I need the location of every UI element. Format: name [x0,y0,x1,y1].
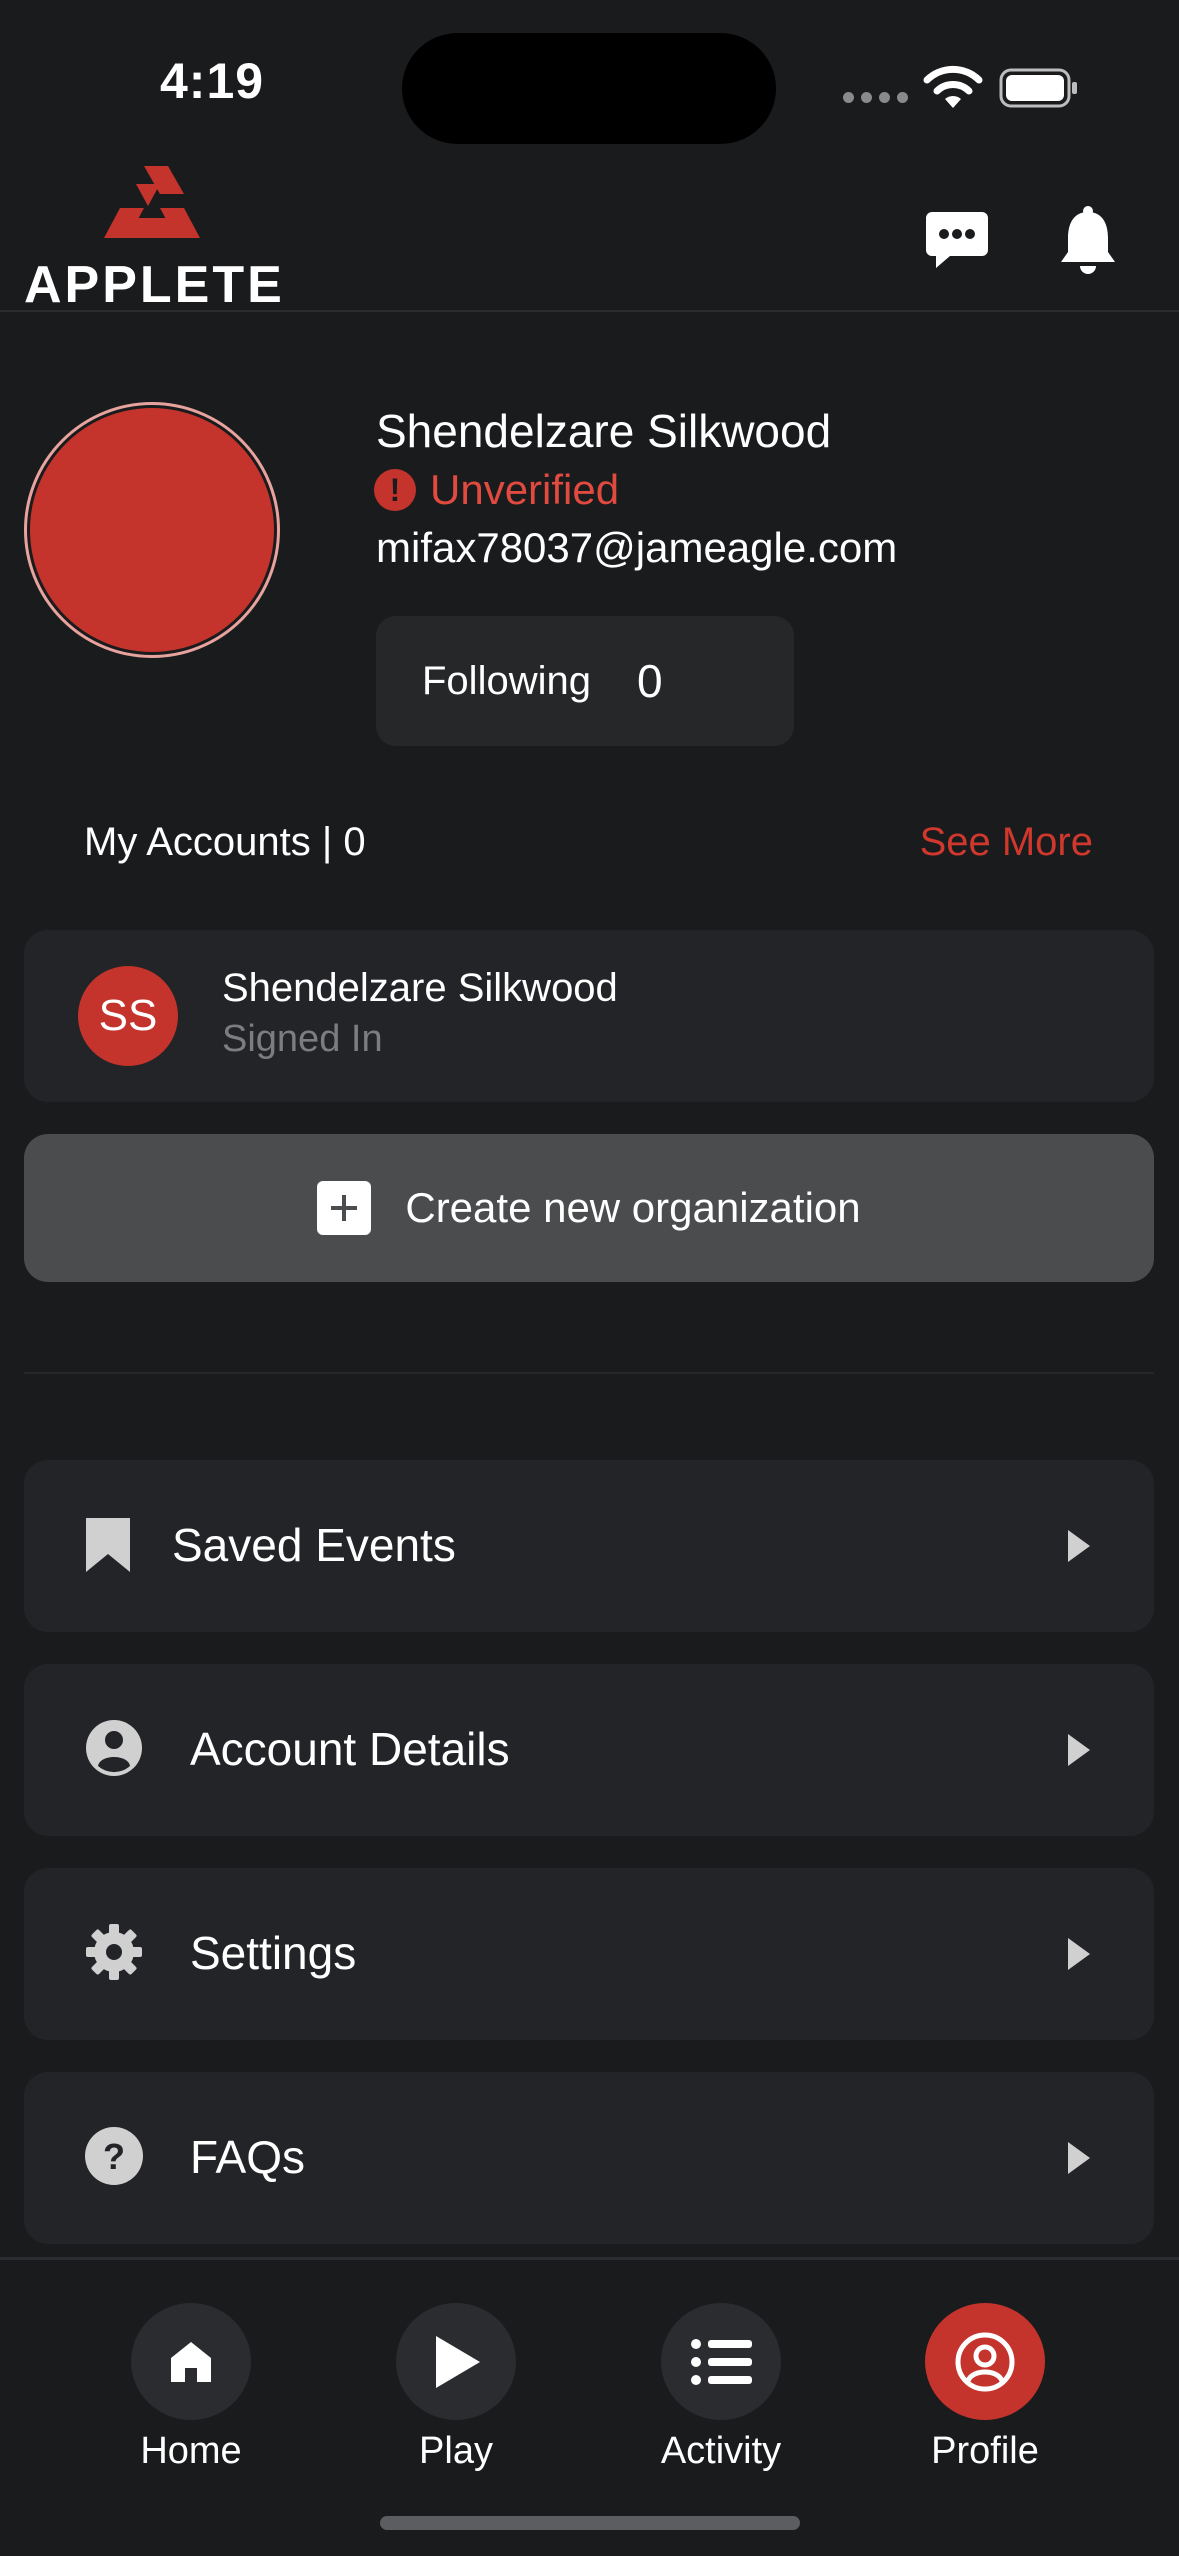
following-label: Following [422,658,591,703]
my-accounts-title: My Accounts | 0 [84,820,366,864]
applete-logo[interactable]: APPLETE [24,166,324,306]
nav-label-home: Home [140,2430,242,2472]
nav-item-profile[interactable]: Profile [885,2303,1085,2473]
nav-label-profile: Profile [931,2430,1039,2472]
chat-bubble-icon[interactable] [924,210,990,272]
user-name: Shendelzare Silkwood [376,405,832,457]
following-button[interactable]: Following 0 [376,616,794,746]
account-name: Shendelzare Silkwood [222,966,618,1010]
home-icon [131,2303,251,2420]
status-time: 4:19 [160,53,265,109]
verification-status[interactable]: ! Unverified [374,466,619,514]
following-count: 0 [636,655,663,707]
chevron-right-icon [1068,1938,1090,1970]
battery-icon [999,68,1077,108]
create-organization-button[interactable]: Create new organization [24,1134,1154,1282]
chevron-right-icon [1068,1530,1090,1562]
play-icon [396,2303,516,2420]
home-indicator[interactable] [380,2516,800,2530]
nav-item-activity[interactable]: Activity [621,2303,821,2473]
account-avatar: SS [78,966,178,1066]
profile-icon [925,2303,1045,2420]
question-icon: ? [85,2127,143,2185]
gear-icon [86,1924,142,1980]
cellular-signal-icon [843,92,908,103]
chevron-right-icon [1068,1734,1090,1766]
section-divider [24,1372,1154,1374]
create-organization-label: Create new organization [405,1184,861,1231]
logo-text: APPLETE [24,256,285,306]
menu-label-faqs: FAQs [190,2131,306,2183]
chevron-right-icon [1068,2142,1090,2174]
user-circle-icon [86,1720,142,1776]
menu-label-account-details: Account Details [190,1723,510,1775]
nav-label-activity: Activity [660,2430,782,2472]
bell-icon[interactable] [1058,206,1118,276]
bookmark-icon [86,1518,130,1572]
svg-text:?: ? [103,2136,125,2177]
header-divider [0,310,1179,312]
nav-divider [0,2257,1179,2260]
nav-item-play[interactable]: Play [356,2303,556,2473]
menu-label-settings: Settings [190,1927,357,1979]
menu-label-saved-events: Saved Events [172,1519,456,1571]
verification-label: Unverified [430,466,620,513]
plus-icon [317,1181,372,1235]
nav-item-home[interactable]: Home [91,2303,291,2473]
account-card[interactable] [24,930,1154,1102]
wifi-icon [923,65,983,108]
dynamic-island [402,33,776,144]
user-email: mifax78037@jameagle.com [376,524,898,571]
warning-icon: ! [374,469,416,511]
account-status: Signed In [222,1018,383,1060]
list-icon [661,2303,781,2420]
avatar[interactable] [30,408,274,652]
see-more-link[interactable]: See More [920,820,1093,865]
nav-label-play: Play [419,2430,493,2472]
